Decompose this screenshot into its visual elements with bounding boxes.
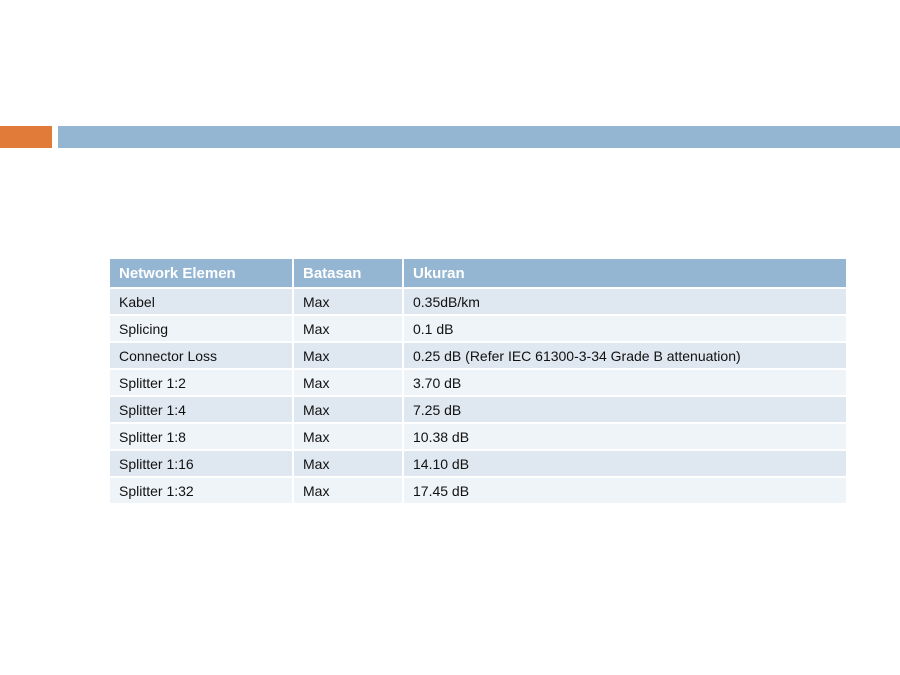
cell-batasan: Max <box>294 478 404 505</box>
cell-batasan: Max <box>294 289 404 316</box>
table-row: Connector Loss Max 0.25 dB (Refer IEC 61… <box>110 343 846 370</box>
cell-network-elemen: Splitter 1:8 <box>110 424 294 451</box>
table-row: Splicing Max 0.1 dB <box>110 316 846 343</box>
cell-ukuran: 0.35dB/km <box>404 289 846 316</box>
table-row: Kabel Max 0.35dB/km <box>110 289 846 316</box>
table-row: Splitter 1:32 Max 17.45 dB <box>110 478 846 505</box>
cell-batasan: Max <box>294 370 404 397</box>
cell-batasan: Max <box>294 397 404 424</box>
table-row: Splitter 1:8 Max 10.38 dB <box>110 424 846 451</box>
cell-network-elemen: Splitter 1:16 <box>110 451 294 478</box>
cell-network-elemen: Splitter 1:32 <box>110 478 294 505</box>
cell-network-elemen: Splitter 1:2 <box>110 370 294 397</box>
cell-network-elemen: Splitter 1:4 <box>110 397 294 424</box>
accent-bar-orange <box>0 126 52 148</box>
loss-budget-table-container: Network Elemen Batasan Ukuran Kabel Max … <box>110 259 846 505</box>
header-network-elemen: Network Elemen <box>110 259 294 289</box>
loss-budget-table: Network Elemen Batasan Ukuran Kabel Max … <box>110 259 846 505</box>
cell-batasan: Max <box>294 424 404 451</box>
cell-ukuran: 7.25 dB <box>404 397 846 424</box>
cell-ukuran: 3.70 dB <box>404 370 846 397</box>
cell-ukuran: 0.1 dB <box>404 316 846 343</box>
cell-network-elemen: Kabel <box>110 289 294 316</box>
accent-bar-blue <box>58 126 900 148</box>
header-ukuran: Ukuran <box>404 259 846 289</box>
cell-batasan: Max <box>294 316 404 343</box>
header-batasan: Batasan <box>294 259 404 289</box>
table-row: Splitter 1:16 Max 14.10 dB <box>110 451 846 478</box>
table-header-row: Network Elemen Batasan Ukuran <box>110 259 846 289</box>
cell-ukuran: 14.10 dB <box>404 451 846 478</box>
cell-batasan: Max <box>294 343 404 370</box>
table-row: Splitter 1:2 Max 3.70 dB <box>110 370 846 397</box>
cell-batasan: Max <box>294 451 404 478</box>
table-row: Splitter 1:4 Max 7.25 dB <box>110 397 846 424</box>
cell-ukuran: 10.38 dB <box>404 424 846 451</box>
cell-network-elemen: Splicing <box>110 316 294 343</box>
cell-network-elemen: Connector Loss <box>110 343 294 370</box>
cell-ukuran: 0.25 dB (Refer IEC 61300-3-34 Grade B at… <box>404 343 846 370</box>
cell-ukuran: 17.45 dB <box>404 478 846 505</box>
